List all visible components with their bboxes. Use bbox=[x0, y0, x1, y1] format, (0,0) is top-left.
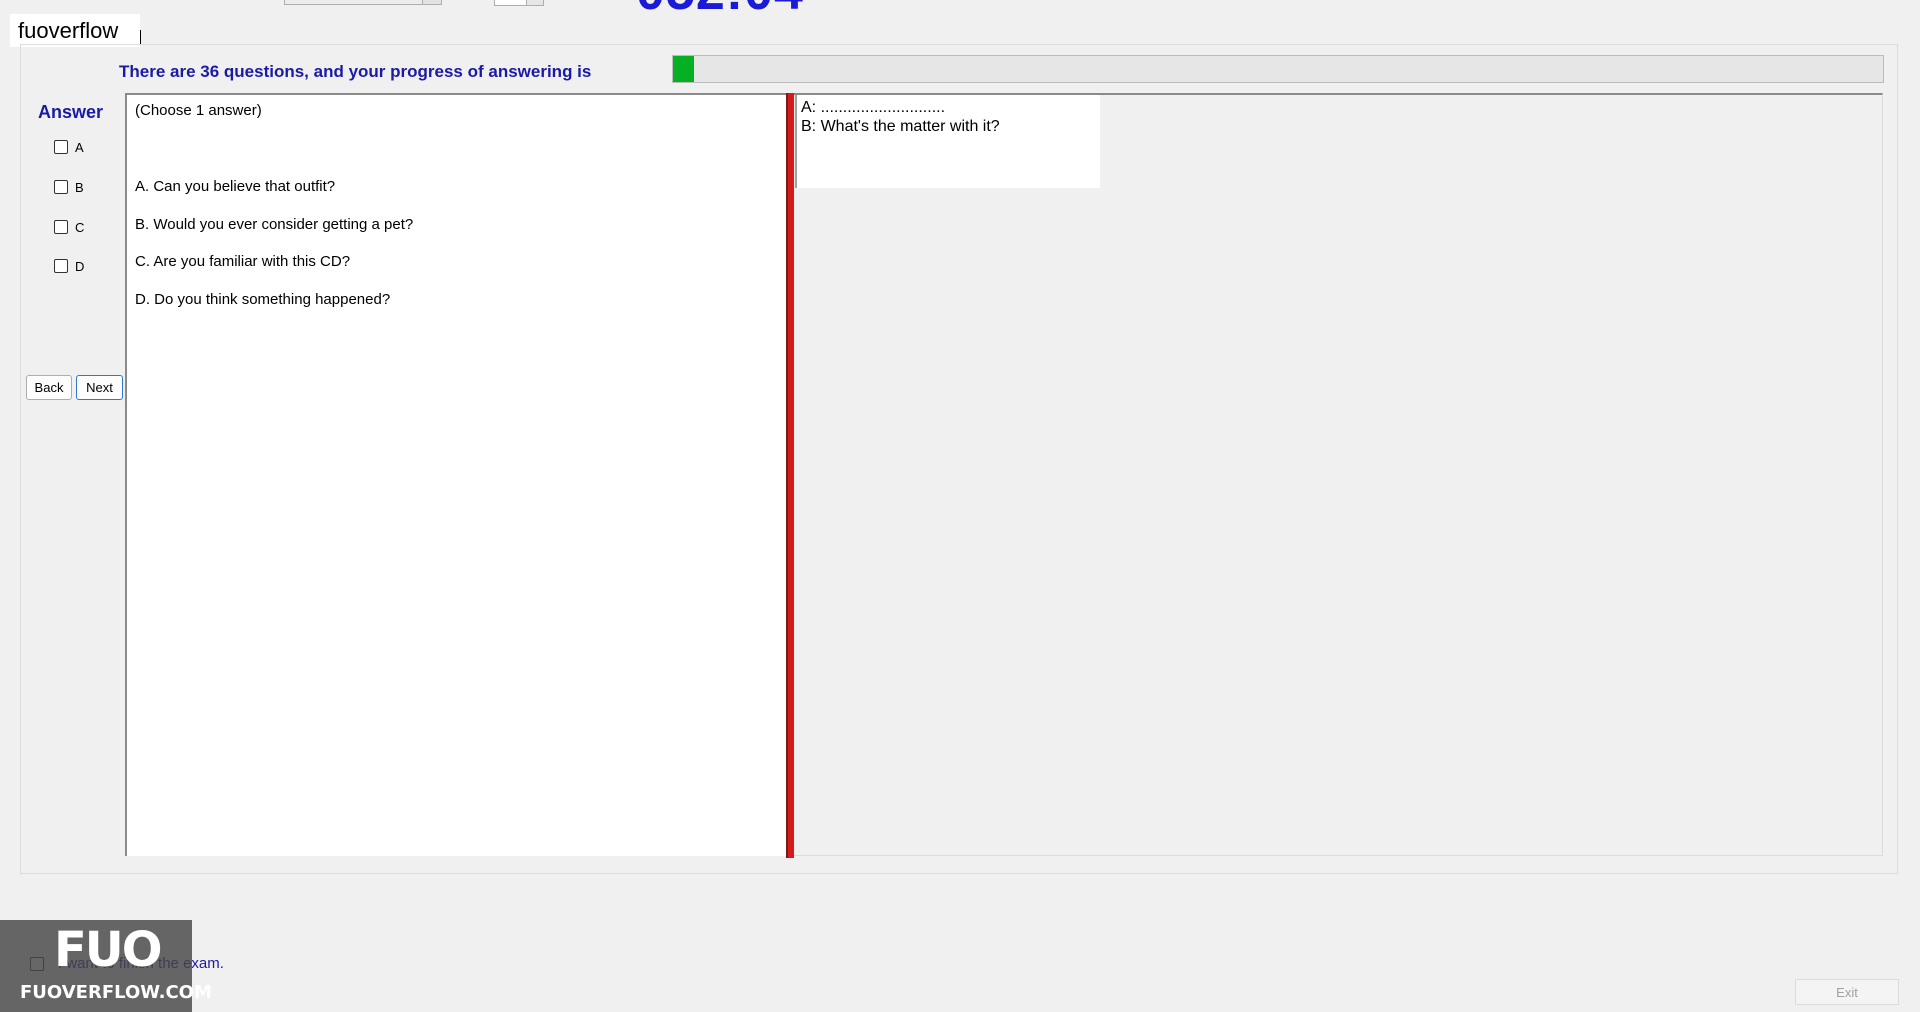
answer-option-label: A bbox=[75, 139, 84, 155]
question-choice: A. Can you believe that outfit? bbox=[135, 178, 336, 195]
exam-code-combobox[interactable] bbox=[284, 0, 442, 5]
progress-bar bbox=[672, 55, 1884, 83]
pane-splitter[interactable] bbox=[786, 93, 794, 858]
fuoverflow-logo: FUO FUOVERFLOW.COM bbox=[0, 920, 212, 1012]
question-choice: B. Would you ever consider getting a pet… bbox=[135, 216, 414, 233]
exit-button[interactable]: Exit bbox=[1795, 979, 1899, 1005]
question-instruction: (Choose 1 answer) bbox=[135, 102, 262, 119]
answer-option-label: D bbox=[75, 258, 85, 274]
answer-option-c[interactable]: C bbox=[54, 217, 104, 237]
dialog-box: A: ............................ B: What'… bbox=[795, 95, 1100, 188]
question-choice: C. Are you familiar with this CD? bbox=[135, 253, 351, 270]
chevron-down-icon[interactable] bbox=[422, 0, 441, 4]
dialog-line-a: A: ............................ bbox=[801, 99, 946, 116]
font-size-spinner[interactable] bbox=[494, 0, 544, 6]
question-choice: D. Do you think something happened? bbox=[135, 291, 391, 308]
content-pane bbox=[794, 93, 1883, 856]
answer-option-a[interactable]: A bbox=[54, 137, 104, 157]
brand-label: fuoverflow bbox=[10, 14, 140, 47]
answer-title: Answer bbox=[38, 102, 104, 122]
checkbox-c[interactable] bbox=[54, 220, 68, 234]
dialog-line-b: B: What's the matter with it? bbox=[801, 118, 1000, 135]
progress-bar-fill bbox=[673, 56, 694, 82]
answer-option-d[interactable]: D bbox=[54, 256, 104, 276]
back-button[interactable]: Back bbox=[26, 375, 72, 400]
checkbox-a[interactable] bbox=[54, 140, 68, 154]
text-caret bbox=[140, 30, 141, 44]
question-text-area[interactable] bbox=[125, 93, 786, 856]
answer-option-b[interactable]: B bbox=[54, 177, 104, 197]
answer-option-label: B bbox=[75, 179, 84, 195]
spinner-arrows-icon[interactable] bbox=[526, 0, 543, 5]
next-button[interactable]: Next bbox=[76, 375, 123, 400]
checkbox-d[interactable] bbox=[54, 259, 68, 273]
checkbox-b[interactable] bbox=[54, 180, 68, 194]
logo-text: FUOVERFLOW.COM bbox=[20, 982, 212, 1003]
countdown-timer: 052:04 bbox=[636, 0, 804, 18]
progress-label: There are 36 questions, and your progres… bbox=[119, 62, 592, 81]
answer-option-label: C bbox=[75, 219, 85, 235]
logo-mark: FUO bbox=[54, 922, 163, 978]
